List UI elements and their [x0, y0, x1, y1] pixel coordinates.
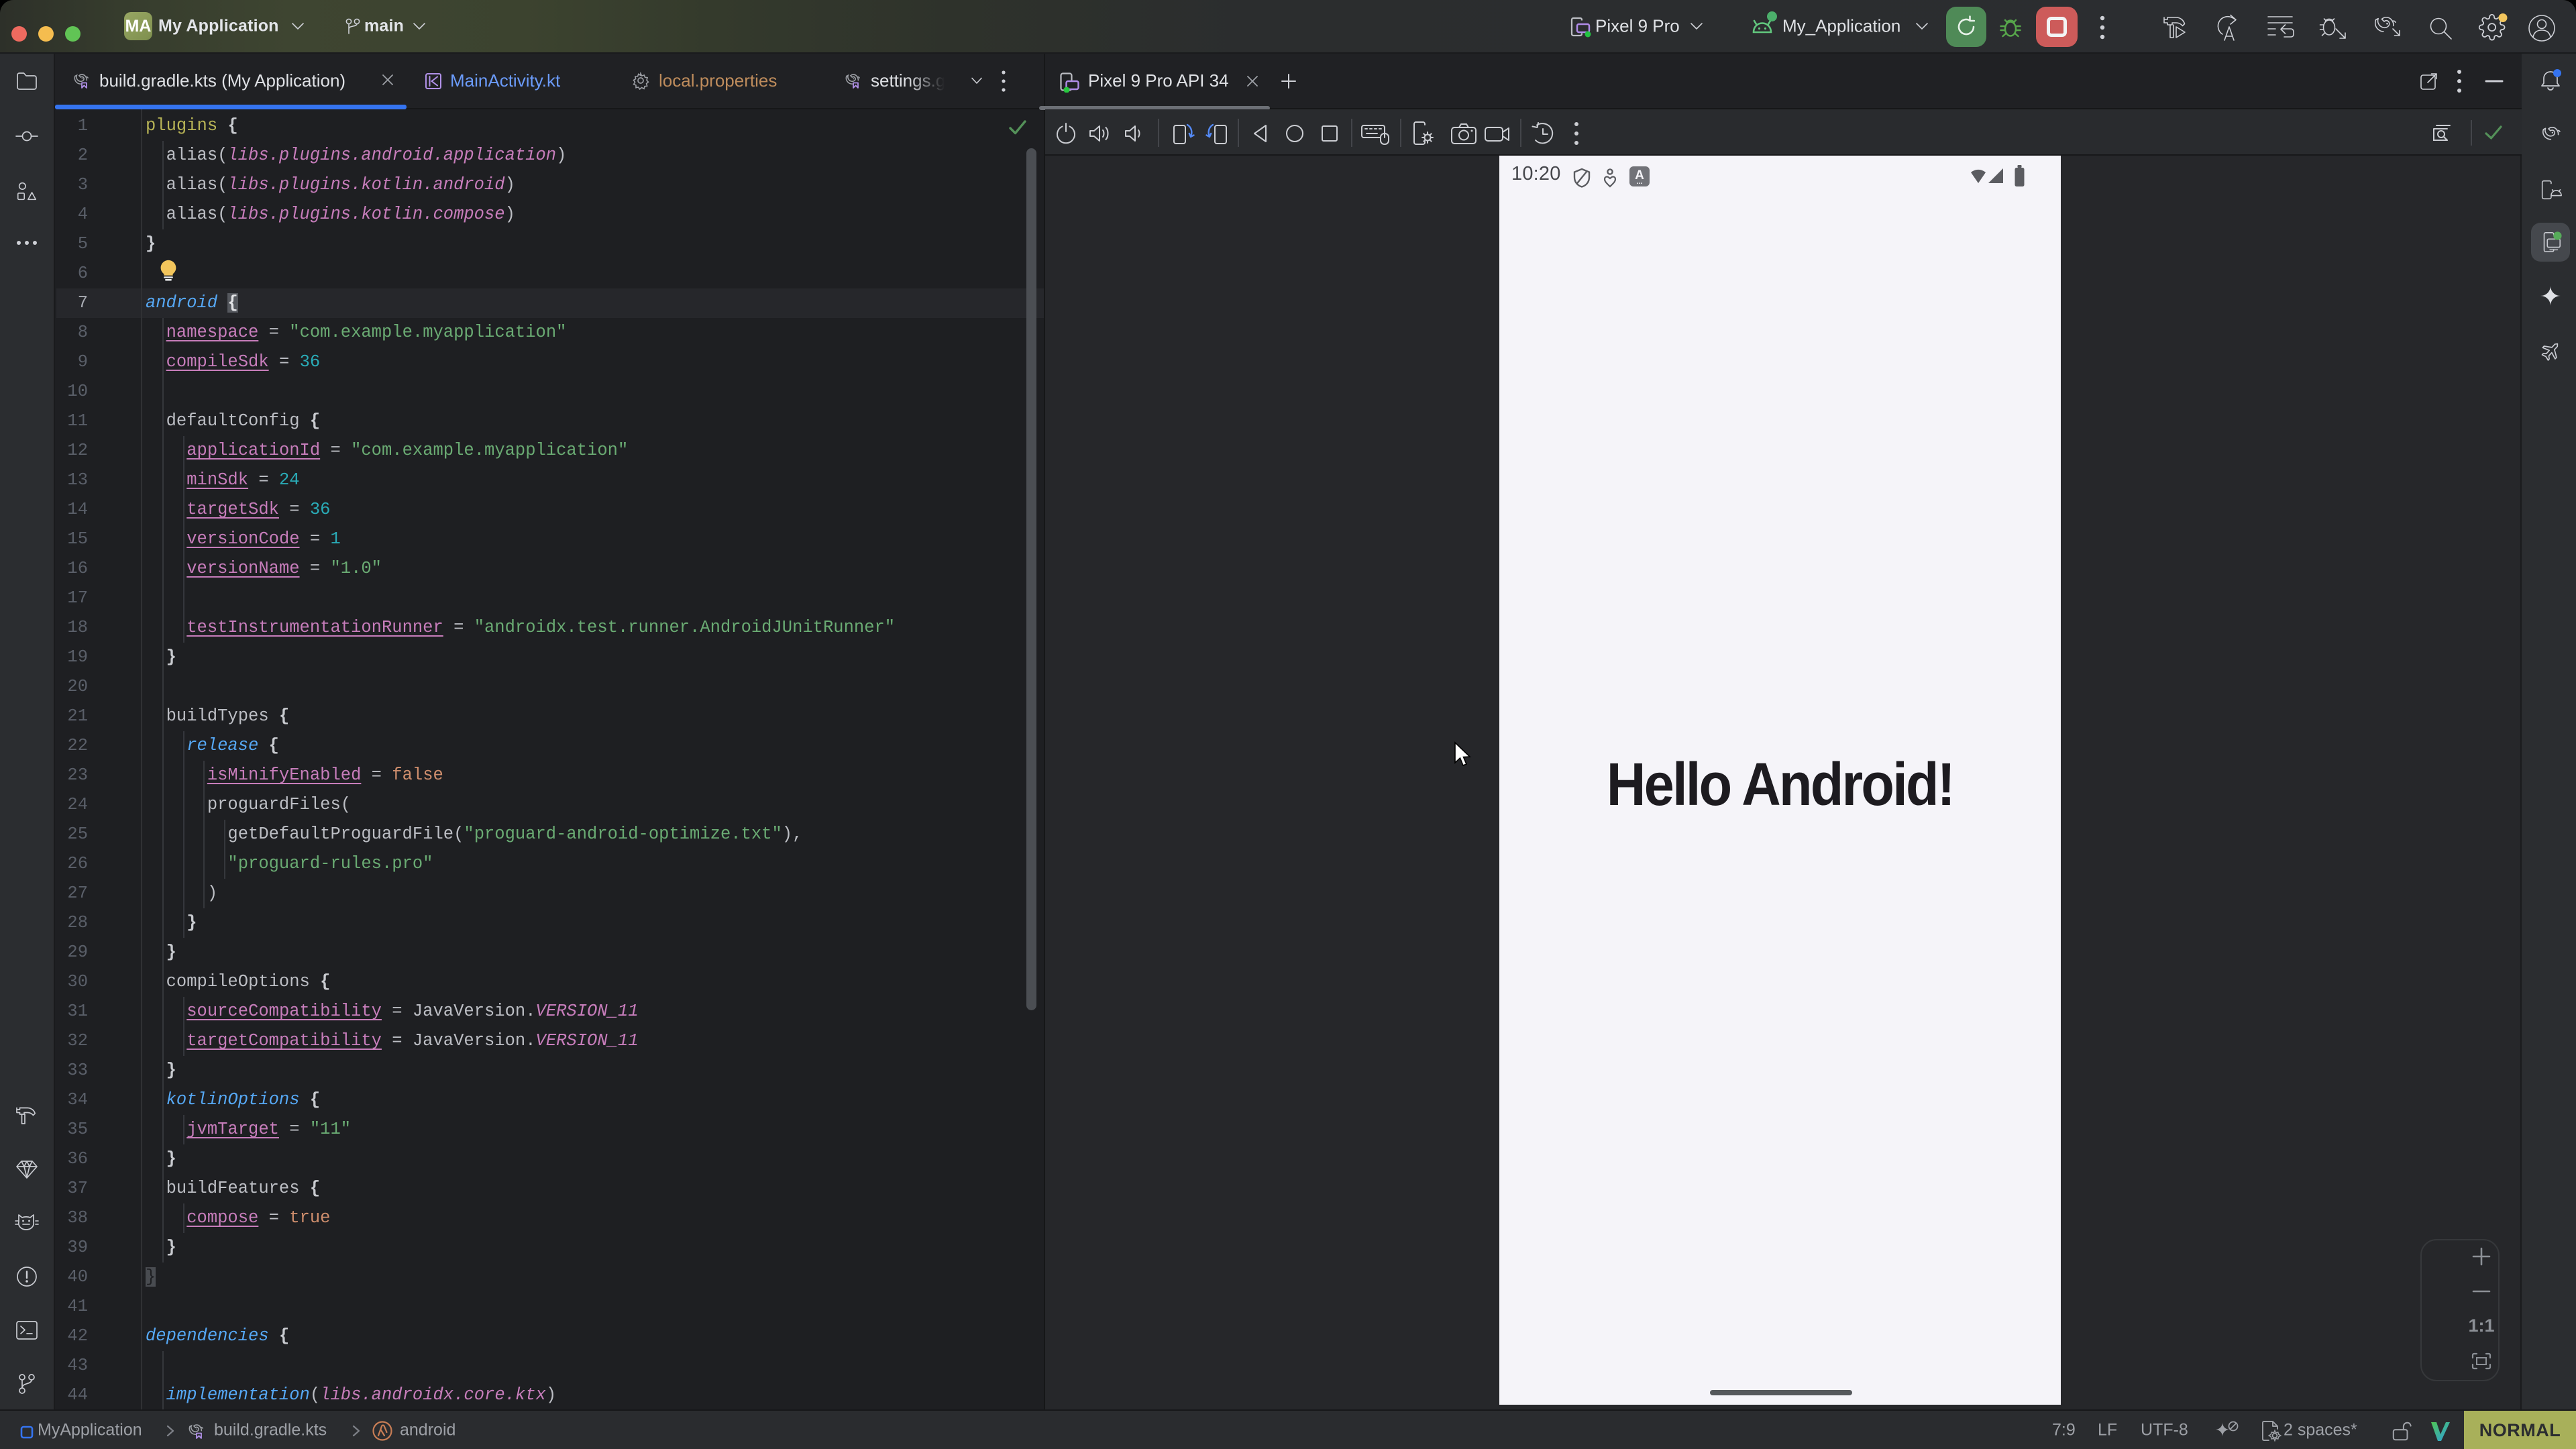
svg-text:...: ...: [1636, 178, 1642, 186]
